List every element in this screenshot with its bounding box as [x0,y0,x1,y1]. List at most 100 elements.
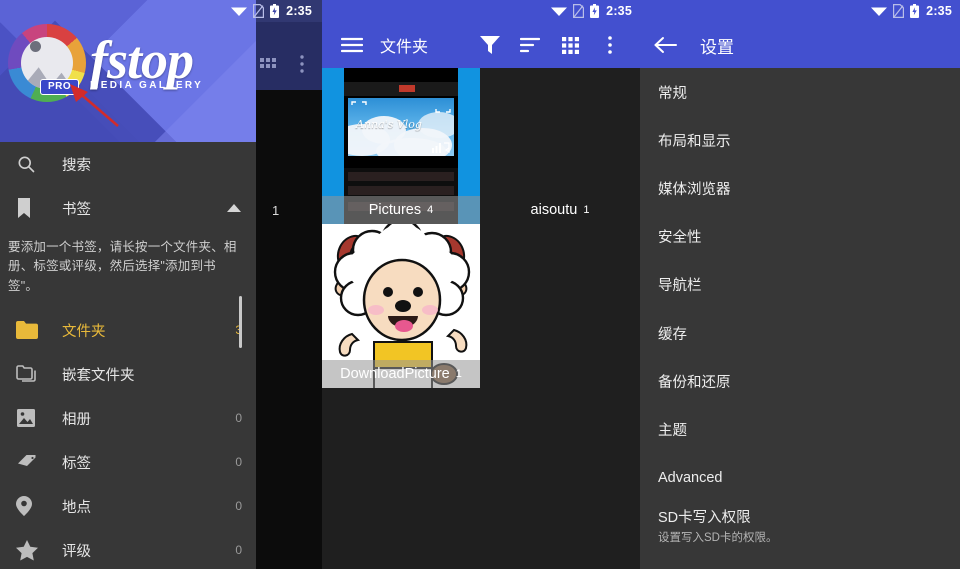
app-name: fstop [90,29,194,90]
location-pin-icon [16,496,56,517]
settings-item-title: 主题 [658,422,687,439]
sidebar-item-label: 地点 [62,499,91,516]
settings-toolbar: 设置 [640,22,960,68]
wifi-icon [871,5,888,17]
settings-item-title: 常规 [658,85,687,102]
battery-charging-icon [270,4,280,18]
settings-item[interactable]: 安全性 [640,213,960,261]
nested-folder-icon [16,364,56,384]
settings-appbar: 2:35 设置 [640,0,960,68]
settings-item[interactable]: 媒体浏览器 [640,164,960,212]
settings-item[interactable]: 导航栏 [640,261,960,309]
search-input[interactable]: 搜索 [0,142,256,186]
sim-card-icon [573,4,585,18]
clock: 2:35 [286,4,312,18]
search-label: 搜索 [62,157,91,174]
settings-item-title: 导航栏 [658,278,702,295]
sim-card-icon [893,4,905,18]
hamburger-menu-icon[interactable] [332,37,372,53]
thumbnail-art-text: Anna's Vlog [356,118,422,131]
settings-item-title: 媒体浏览器 [658,181,731,198]
status-bar: 2:35 [160,0,320,22]
settings-item[interactable]: 缓存 [640,309,960,357]
settings-item-subtitle: 设置写入SD卡的权限。 [658,532,778,545]
navigation-drawer-panel: PRO fstop MEDIA GALLERY 搜索 书签 要添加一个书签，请长… [0,0,256,569]
folder-icon [16,321,56,340]
sidebar-item-count: 0 [235,543,242,558]
thumbnail-label: aisoutu [530,202,578,218]
settings-item[interactable]: Advanced [640,454,960,502]
sidebar-item-ratings[interactable]: 评级 0 [0,528,256,569]
thumbnail-count: 1 [455,368,462,380]
screenshot-root: PRO fstop MEDIA GALLERY 搜索 书签 要添加一个书签，请长… [0,0,960,569]
sidebar-item-bookmarks[interactable]: 书签 [0,186,256,230]
overflow-menu-icon[interactable] [300,55,304,73]
battery-charging-icon [910,4,920,18]
thumbnail-count: 1 [583,204,590,216]
thumbnail-count: 4 [427,204,434,216]
sim-card-icon [253,4,265,18]
sidebar-item-albums[interactable]: 相册 0 [0,396,256,440]
settings-item-title: Advanced [658,469,723,486]
thumbnail-caption: DownloadPicture 1 [322,360,480,388]
grid-view-icon[interactable] [550,36,590,54]
search-icon [16,154,56,174]
sidebar-item-label: 相册 [62,411,91,428]
settings-item-title: 备份和还原 [658,374,731,391]
sidebar-item-label: 标签 [62,455,91,472]
red-pointer-arrow-icon [70,84,119,127]
thumbnail-caption: aisoutu 1 [480,196,640,224]
settings-item-title: 缓存 [658,326,687,343]
settings-item-title: 安全性 [658,230,702,247]
star-icon [16,539,56,561]
sidebar-item-label: 嵌套文件夹 [62,367,135,384]
sidebar-item-places[interactable]: 地点 0 [0,484,256,528]
sidebar-item-count: 0 [235,411,242,426]
album-icon [16,408,56,428]
folder-thumbnail[interactable]: DownloadPicture 1 [322,224,480,388]
bookmark-icon [16,198,56,218]
page-title: 设置 [700,37,734,57]
folders-toolbar: 文件夹 [322,22,640,68]
folder-thumbnail[interactable]: aisoutu 1 [480,68,640,224]
settings-item[interactable]: 布局和显示 [640,116,960,164]
settings-panel: 2:35 设置 常规布局和显示媒体浏览器安全性导航栏缓存备份和还原主题 Advan… [640,0,960,569]
chevron-up-icon[interactable] [226,203,242,213]
battery-charging-icon [590,4,600,18]
sidebar-item-tags[interactable]: 标签 0 [0,440,256,484]
settings-item[interactable]: SD卡写入权限设置写入SD卡的权限。 [640,502,960,550]
grid-icon[interactable] [260,58,276,74]
folder-thumbnail[interactable]: Anna's Vlog Pictures 4 [322,68,480,224]
thumbnail-label: Pictures [368,202,422,218]
settings-item[interactable]: 主题 [640,405,960,453]
bookmarks-empty-note: 要添加一个书签，请长按一个文件夹、相册、标签或评级，然后选择"添加到书签"。 [8,240,237,293]
bookmarks-label: 书签 [62,201,91,218]
settings-item-title: 布局和显示 [658,133,731,150]
page-title: 文件夹 [380,39,429,56]
status-bar: 2:35 [440,0,640,22]
background-toolbar [256,22,322,90]
wifi-icon [551,5,568,17]
overflow-menu-icon[interactable] [590,36,630,54]
sidebar-item-nested-folders[interactable]: 嵌套文件夹 [0,352,256,396]
sort-icon[interactable] [510,37,550,53]
clock: 2:35 [926,4,952,18]
sidebar-item-label: 文件夹 [62,323,106,340]
settings-item-title: SD卡写入权限 [658,510,751,527]
thumbnail-caption: Pictures 4 [322,196,480,224]
back-arrow-icon[interactable] [654,36,678,54]
settings-item[interactable]: 备份和还原 [640,357,960,405]
wifi-icon [231,5,248,17]
sidebar-item-folders[interactable]: 文件夹 3 [0,308,256,352]
filter-icon[interactable] [470,36,510,54]
folders-browser-panel: 文件夹 Anna's Vlog Pictures 4 aisoutu 1 Dow… [322,0,640,569]
background-partial-label: 1 [272,203,280,218]
settings-item[interactable]: 常规 [640,68,960,116]
tag-icon [16,452,56,472]
settings-list: 常规布局和显示媒体浏览器安全性导航栏缓存备份和还原主题 Advanced SD卡写入… [640,68,960,550]
clock: 2:35 [606,4,632,18]
sidebar-item-label: 评级 [62,543,91,560]
status-bar: 2:35 [640,0,960,22]
thumbnail-label: DownloadPicture [340,366,450,382]
drawer-scrollbar[interactable] [239,296,242,348]
